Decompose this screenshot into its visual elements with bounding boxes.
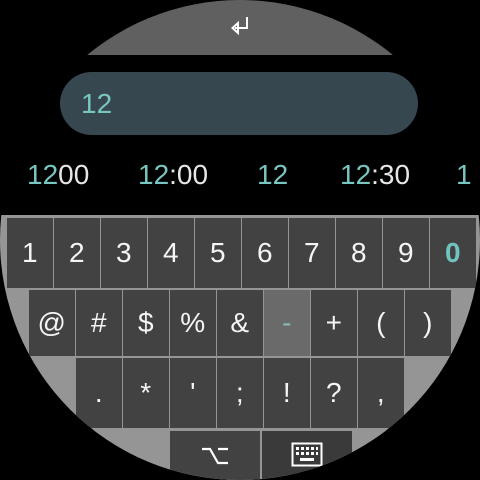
- alt-key[interactable]: [170, 431, 260, 480]
- key[interactable]: 4: [148, 218, 194, 288]
- key[interactable]: ,: [358, 358, 404, 428]
- key[interactable]: 5: [195, 218, 241, 288]
- suggestion-item[interactable]: 1200: [27, 155, 89, 195]
- option-icon: [202, 447, 228, 465]
- key[interactable]: -: [264, 290, 310, 356]
- key[interactable]: #: [76, 290, 122, 356]
- key[interactable]: ): [405, 290, 451, 356]
- suggestion-item[interactable]: 1: [456, 155, 472, 195]
- keyboard-icon: [291, 442, 323, 467]
- key[interactable]: ': [170, 358, 216, 428]
- key[interactable]: *: [123, 358, 169, 428]
- key[interactable]: 1: [7, 218, 53, 288]
- key[interactable]: !: [264, 358, 310, 428]
- key[interactable]: %: [170, 290, 216, 356]
- key[interactable]: 3: [101, 218, 147, 288]
- key[interactable]: .: [76, 358, 122, 428]
- key[interactable]: &: [217, 290, 263, 356]
- text-input[interactable]: 12: [60, 72, 418, 135]
- enter-button[interactable]: [0, 0, 480, 55]
- key[interactable]: ?: [311, 358, 357, 428]
- key[interactable]: 0: [430, 218, 476, 288]
- key[interactable]: 2: [54, 218, 100, 288]
- suggestion-item[interactable]: 12: [257, 155, 288, 195]
- keyboard-switch-key[interactable]: [262, 431, 352, 480]
- key[interactable]: 8: [336, 218, 382, 288]
- enter-icon: [231, 17, 248, 36]
- key[interactable]: +: [311, 290, 357, 356]
- key[interactable]: 6: [242, 218, 288, 288]
- key[interactable]: 7: [289, 218, 335, 288]
- key[interactable]: 9: [383, 218, 429, 288]
- key[interactable]: @: [29, 290, 75, 356]
- suggestion-item[interactable]: 12:30: [340, 155, 410, 195]
- suggestion-item[interactable]: 12:00: [138, 155, 208, 195]
- watch-face: 12 1200 12:00 12 12:30 1 1 2 3 4 5 6 7 8 9 0 @ # $% &…: [0, 0, 480, 480]
- key[interactable]: $: [123, 290, 169, 356]
- key[interactable]: ;: [217, 358, 263, 428]
- suggestion-strip: 1200 12:00 12 12:30 1: [0, 155, 480, 195]
- key[interactable]: (: [358, 290, 404, 356]
